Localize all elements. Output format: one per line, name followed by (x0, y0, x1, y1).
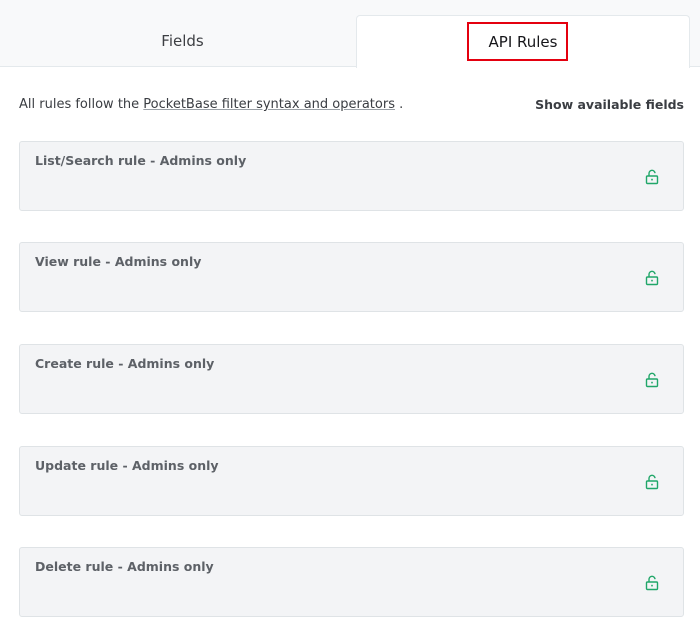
rule-delete[interactable]: Delete rule - Admins only (19, 547, 684, 617)
unlock-icon[interactable] (644, 270, 660, 286)
rule-label: View rule - Admins only (35, 254, 202, 269)
unlock-icon[interactable] (644, 575, 660, 591)
show-available-fields-button[interactable]: Show available fields (535, 97, 684, 112)
rule-create[interactable]: Create rule - Admins only (19, 344, 684, 414)
tab-api-rules[interactable]: API Rules (356, 15, 690, 68)
rules-intro: All rules follow the PocketBase filter s… (19, 97, 684, 112)
rule-label: Create rule - Admins only (35, 356, 215, 371)
rule-update[interactable]: Update rule - Admins only (19, 446, 684, 516)
rule-label: Delete rule - Admins only (35, 559, 214, 574)
filter-syntax-link[interactable]: PocketBase filter syntax and operators (143, 97, 395, 112)
rule-list-search[interactable]: List/Search rule - Admins only (19, 141, 684, 211)
tab-fields[interactable]: Fields (10, 15, 355, 67)
intro-text: All rules follow the PocketBase filter s… (19, 97, 404, 112)
unlock-icon[interactable] (644, 169, 660, 185)
rule-view[interactable]: View rule - Admins only (19, 242, 684, 312)
tab-api-rules-label: API Rules (488, 33, 558, 51)
tab-fields-label: Fields (161, 32, 204, 50)
tab-bar: Fields API Rules (0, 0, 700, 68)
unlock-icon[interactable] (644, 474, 660, 490)
rule-label: Update rule - Admins only (35, 458, 219, 473)
rule-label: List/Search rule - Admins only (35, 153, 247, 168)
unlock-icon[interactable] (644, 372, 660, 388)
